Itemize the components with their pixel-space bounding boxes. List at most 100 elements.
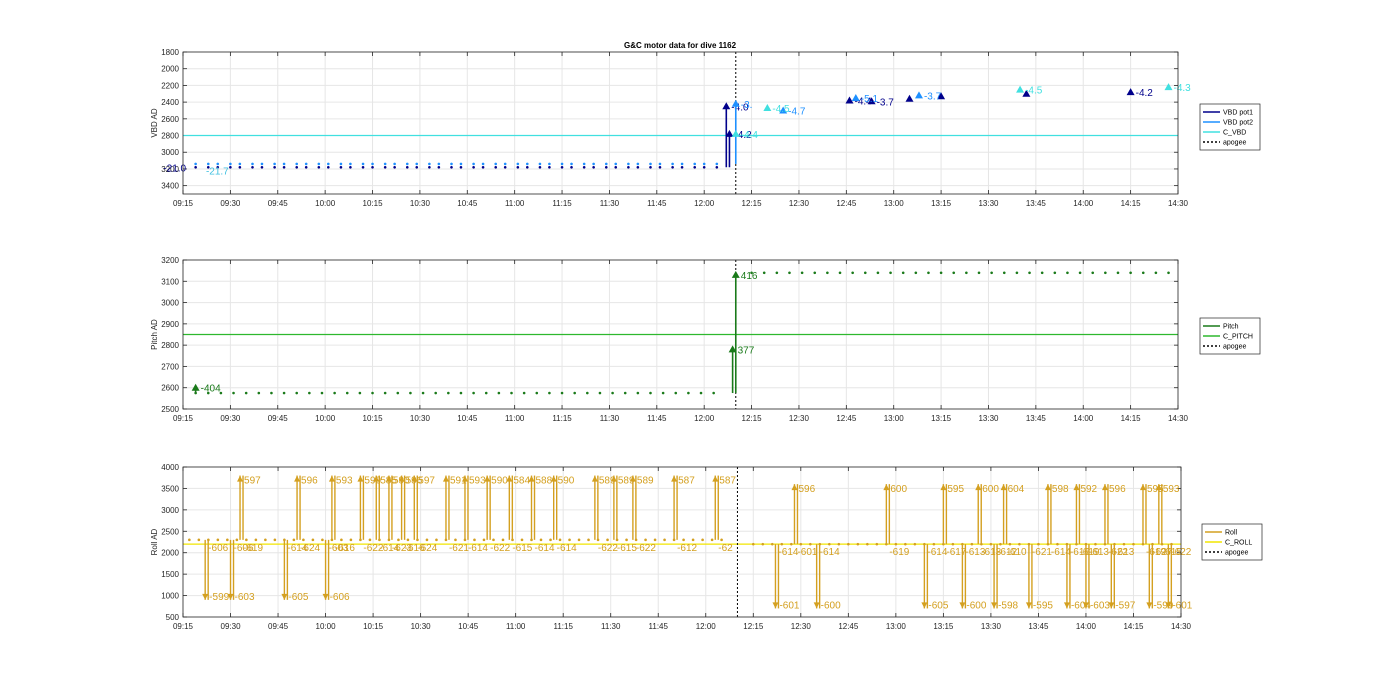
baseline-dot xyxy=(970,542,974,546)
baseline-dot xyxy=(614,165,618,169)
baseline-dot xyxy=(1037,542,1040,546)
y-tick-label: 1800 xyxy=(161,48,179,57)
baseline-dot xyxy=(437,162,441,166)
baseline-dot xyxy=(548,165,551,169)
x-tick-label: 12:30 xyxy=(789,199,810,208)
x-tick-label: 10:00 xyxy=(315,199,336,208)
baseline-dot xyxy=(229,162,232,166)
x-tick-label: 09:15 xyxy=(173,622,194,631)
baseline-dot xyxy=(715,162,719,166)
x-tick-label: 09:15 xyxy=(173,414,194,423)
x-tick-label: 11:45 xyxy=(649,622,669,631)
baseline-dot xyxy=(863,271,867,275)
x-tick-label: 09:45 xyxy=(268,622,289,631)
baseline-dot xyxy=(428,162,431,166)
data-label: 598 xyxy=(1052,484,1069,495)
x-tick-label: 09:45 xyxy=(268,199,289,208)
baseline-dot xyxy=(216,538,220,542)
baseline-dot xyxy=(251,162,254,166)
baseline-dot xyxy=(459,162,463,166)
y-tick-label: 2600 xyxy=(161,115,179,124)
baseline-dot xyxy=(481,165,485,169)
data-label: -619 xyxy=(243,543,263,554)
data-label: 592 xyxy=(1080,484,1097,495)
baseline-dot xyxy=(658,162,662,166)
data-label: -600 xyxy=(821,600,841,611)
baseline-dot xyxy=(548,391,551,395)
baseline-dot xyxy=(614,162,618,166)
data-label: 593 xyxy=(336,476,353,487)
baseline-dot xyxy=(273,538,277,542)
data-label: 590 xyxy=(491,476,508,487)
baseline-dot xyxy=(282,165,286,169)
data-label: -595 xyxy=(1033,600,1053,611)
data-label: -621 xyxy=(1032,547,1052,558)
baseline-dot xyxy=(526,162,529,166)
x-tick-label: 14:00 xyxy=(1076,622,1097,631)
baseline-dot xyxy=(229,165,232,169)
baseline-dot xyxy=(701,538,704,542)
baseline-dot xyxy=(206,162,210,166)
baseline-dot xyxy=(383,391,387,395)
baseline-dot xyxy=(649,391,652,395)
x-tick-label: 14:00 xyxy=(1073,414,1094,423)
baseline-dot xyxy=(570,165,573,169)
data-label: -613 xyxy=(1089,547,1109,558)
x-tick-label: 11:30 xyxy=(600,414,620,423)
legend-label: C_VBD xyxy=(1223,130,1246,137)
baseline-dot xyxy=(762,271,766,275)
baseline-dot xyxy=(311,538,315,542)
data-label: -605 xyxy=(288,592,308,603)
baseline-dot xyxy=(361,162,365,166)
data-label: -603 xyxy=(235,592,255,603)
baseline-dot xyxy=(671,165,674,169)
y-tick-label: 2000 xyxy=(161,65,179,74)
x-tick-label: 14:15 xyxy=(1121,414,1142,423)
y-tick-label: 2500 xyxy=(161,405,179,414)
data-label: 596 xyxy=(798,484,815,495)
baseline-dot xyxy=(405,165,409,169)
baseline-dot xyxy=(875,542,879,546)
baseline-dot xyxy=(321,538,324,542)
x-tick-label: 12:45 xyxy=(836,199,857,208)
y-tick-label: 2000 xyxy=(161,549,179,558)
baseline-dot xyxy=(421,391,425,395)
baseline-dot xyxy=(625,538,628,542)
baseline-dot xyxy=(999,542,1002,546)
baseline-dot xyxy=(687,391,690,395)
baseline-dot xyxy=(770,542,774,546)
x-tick-label: 09:45 xyxy=(268,414,289,423)
data-label: -3.7 xyxy=(877,97,895,108)
baseline-dot xyxy=(383,165,387,169)
legend-label: C_ROLL xyxy=(1225,540,1252,547)
baseline-dot xyxy=(1104,271,1107,275)
x-tick-label: 12:15 xyxy=(743,622,764,631)
baseline-dot xyxy=(538,162,542,166)
data-label: -601 xyxy=(779,600,799,611)
data-label: -622 xyxy=(636,543,656,554)
baseline-dot xyxy=(1018,542,1021,546)
baseline-dot xyxy=(653,538,657,542)
baseline-dot xyxy=(251,165,254,169)
y-tick-label: 2900 xyxy=(161,320,179,329)
baseline-dot xyxy=(560,162,564,166)
data-label: 589 xyxy=(637,476,654,487)
baseline-dot xyxy=(1141,271,1145,275)
baseline-dot xyxy=(503,162,507,166)
y-tick-label: 2500 xyxy=(161,527,179,536)
data-label: 596 xyxy=(301,476,318,487)
baseline-dot xyxy=(573,391,576,395)
data-label: -616 xyxy=(335,543,355,554)
x-tick-label: 13:30 xyxy=(981,622,1002,631)
baseline-dot xyxy=(428,165,431,169)
baseline-dot xyxy=(450,165,453,169)
baseline-dot xyxy=(1116,271,1120,275)
baseline-dot xyxy=(415,162,419,166)
baseline-dot xyxy=(194,162,197,166)
baseline-dot xyxy=(674,391,678,395)
data-label: 597 xyxy=(418,476,435,487)
baseline-dot xyxy=(790,542,793,546)
data-label: 587 xyxy=(719,476,736,487)
baseline-dot xyxy=(397,538,400,542)
data-label: -614 xyxy=(927,547,947,558)
